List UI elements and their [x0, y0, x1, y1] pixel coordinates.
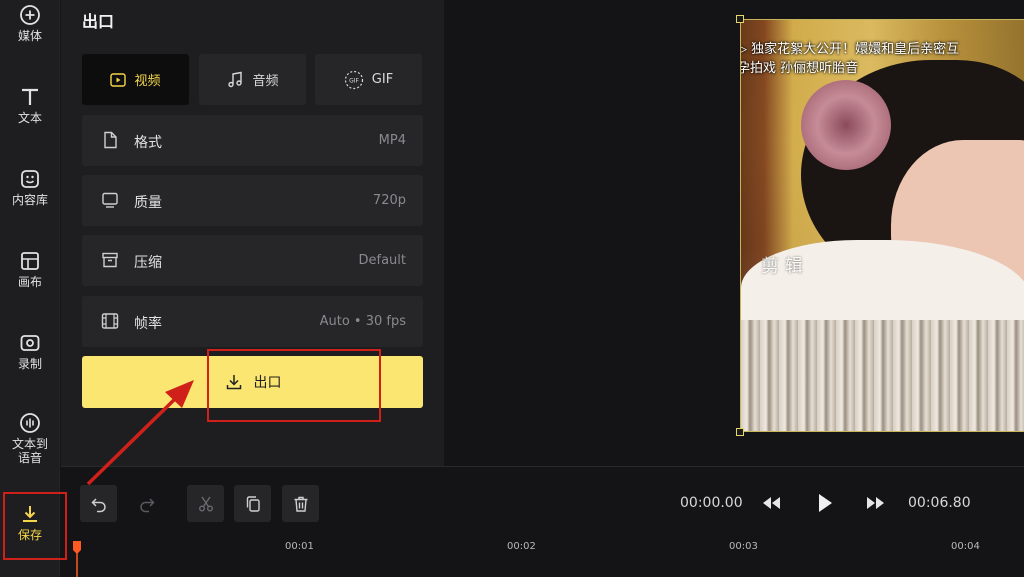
play-icon [819, 494, 832, 512]
tts-icon [20, 413, 40, 433]
row-label: 压缩 [134, 255, 162, 271]
timeline-divider [61, 466, 1024, 467]
delete-button[interactable] [282, 485, 319, 522]
copy-icon [246, 495, 260, 512]
tab-audio[interactable]: 音频 [199, 54, 306, 105]
framerate-row[interactable]: 帧率 Auto • 30 fps [82, 296, 423, 347]
tab-video[interactable]: 视频 [82, 54, 189, 105]
music-note-icon [228, 71, 243, 87]
playhead[interactable] [73, 541, 81, 577]
video-caption: ▷ 独家花絮大公开！嬛嬛和皇后亲密互 [740, 42, 960, 57]
archive-icon [102, 252, 118, 268]
rewind-button[interactable] [757, 489, 785, 517]
sidebar-item-canvas[interactable]: 画布 [0, 250, 60, 289]
undo-icon [90, 497, 106, 512]
redo-icon [139, 497, 155, 512]
row-value: Default [358, 253, 407, 268]
compression-row[interactable]: 压缩 Default [82, 235, 423, 286]
resize-handle-top-left[interactable] [736, 15, 744, 23]
video-icon [110, 72, 127, 87]
resize-handle-bottom-left[interactable] [736, 428, 744, 436]
play-button[interactable] [811, 489, 839, 517]
sticker-icon [21, 170, 39, 188]
tab-label: 音频 [252, 74, 279, 89]
sidebar-item-label: 文本到 语音 [11, 437, 48, 465]
row-value: Auto • 30 fps [319, 314, 406, 329]
text-icon [22, 88, 38, 105]
sidebar-item-tts[interactable]: 文本到 语音 [0, 412, 60, 465]
fast-forward-icon [867, 497, 884, 509]
panel-title: 出口 [82, 12, 115, 31]
left-sidebar: 媒体 文本 内容库 画布 录制 文本到 语音 保存 [0, 0, 60, 577]
sidebar-item-record[interactable]: 录制 [0, 332, 60, 371]
row-value: MP4 [378, 133, 406, 148]
trash-icon [294, 496, 307, 512]
row-label: 质量 [134, 195, 162, 211]
current-time: 00:00.00 [680, 495, 743, 511]
row-label: 格式 [134, 135, 162, 151]
film-icon [101, 313, 119, 329]
sidebar-item-text[interactable]: 文本 [0, 86, 60, 125]
duplicate-button[interactable] [234, 485, 271, 522]
ruler-tick: 00:04 [951, 541, 980, 552]
undo-button[interactable] [80, 485, 117, 522]
file-icon [104, 131, 117, 149]
quality-row[interactable]: 质量 720p [82, 175, 423, 226]
fast-forward-button[interactable] [862, 489, 890, 517]
plus-circle-icon [20, 5, 40, 25]
sidebar-item-label: 录制 [17, 357, 42, 371]
tab-gif[interactable]: GIF GIF [315, 54, 422, 105]
redo-button[interactable] [128, 485, 165, 522]
canvas-icon [21, 252, 39, 270]
sidebar-item-label: 画布 [17, 275, 42, 289]
sidebar-item-media[interactable]: 媒体 [0, 4, 60, 43]
rewind-icon [763, 497, 780, 509]
video-watermark: 剪 辑 [761, 256, 803, 277]
save-annotation-box [3, 492, 67, 560]
video-preview[interactable]: ▷ 独家花絮大公开！嬛嬛和皇后亲密互 孕拍戏 孙俪想听胎音 剪 辑 [740, 19, 1024, 432]
video-caption: 孕拍戏 孙俪想听胎音 [740, 61, 859, 76]
ruler-tick: 00:02 [507, 541, 536, 552]
cut-button[interactable] [187, 485, 224, 522]
video-editor: 媒体 文本 内容库 画布 录制 文本到 语音 保存 出口 视频 音频 GIF G… [0, 0, 1024, 577]
scissors-icon [198, 496, 213, 511]
total-time: 00:06.80 [908, 495, 971, 511]
tab-label: GIF [371, 72, 394, 87]
export-annotation-box [207, 349, 381, 422]
svg-text:GIF: GIF [349, 77, 359, 84]
row-value: 720p [372, 193, 406, 208]
sidebar-item-label: 文本 [17, 111, 42, 125]
monitor-icon [102, 192, 118, 208]
sidebar-item-library[interactable]: 内容库 [0, 168, 60, 207]
record-icon [20, 335, 40, 351]
row-label: 帧率 [134, 316, 162, 332]
tab-label: 视频 [134, 74, 161, 89]
sidebar-item-label: 媒体 [17, 29, 42, 43]
ruler-tick: 00:03 [729, 541, 758, 552]
sidebar-item-label: 内容库 [11, 193, 48, 207]
format-row[interactable]: 格式 MP4 [82, 115, 423, 166]
ruler-tick: 00:01 [285, 541, 314, 552]
gif-icon: GIF [344, 70, 363, 89]
